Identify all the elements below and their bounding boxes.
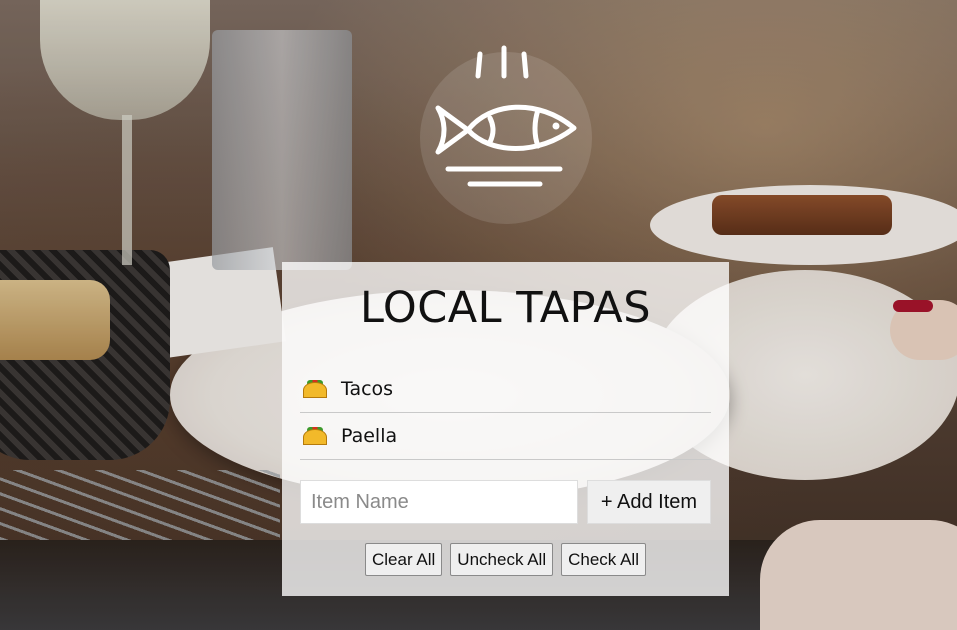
taco-shell bbox=[303, 429, 327, 445]
check-all-button[interactable]: Check All bbox=[561, 543, 646, 576]
add-item-button[interactable]: + Add Item bbox=[587, 480, 711, 524]
bulk-actions: Clear All Uncheck All Check All bbox=[300, 543, 711, 576]
uncheck-all-button[interactable]: Uncheck All bbox=[450, 543, 554, 576]
list-item-label: Paella bbox=[341, 425, 398, 447]
item-name-input[interactable] bbox=[300, 480, 578, 524]
page-title: LOCAL TAPAS bbox=[359, 283, 652, 333]
tapas-card: LOCAL TAPAS Tacos Paella + Add Item bbox=[282, 262, 729, 596]
clear-all-button[interactable]: Clear All bbox=[364, 543, 443, 576]
background-photo: LOCAL TAPAS Tacos Paella + Add Item bbox=[0, 0, 957, 630]
logo bbox=[420, 30, 592, 224]
list-item-label: Tacos bbox=[341, 378, 394, 400]
add-item-form: + Add Item bbox=[300, 480, 711, 524]
taco-shell bbox=[303, 382, 327, 398]
taco-icon bbox=[303, 380, 327, 398]
taco-icon bbox=[303, 427, 327, 445]
item-list: Tacos Paella bbox=[300, 366, 711, 460]
list-item[interactable]: Paella bbox=[300, 413, 711, 460]
list-item[interactable]: Tacos bbox=[300, 366, 711, 413]
fish-plate-icon bbox=[435, 45, 577, 187]
